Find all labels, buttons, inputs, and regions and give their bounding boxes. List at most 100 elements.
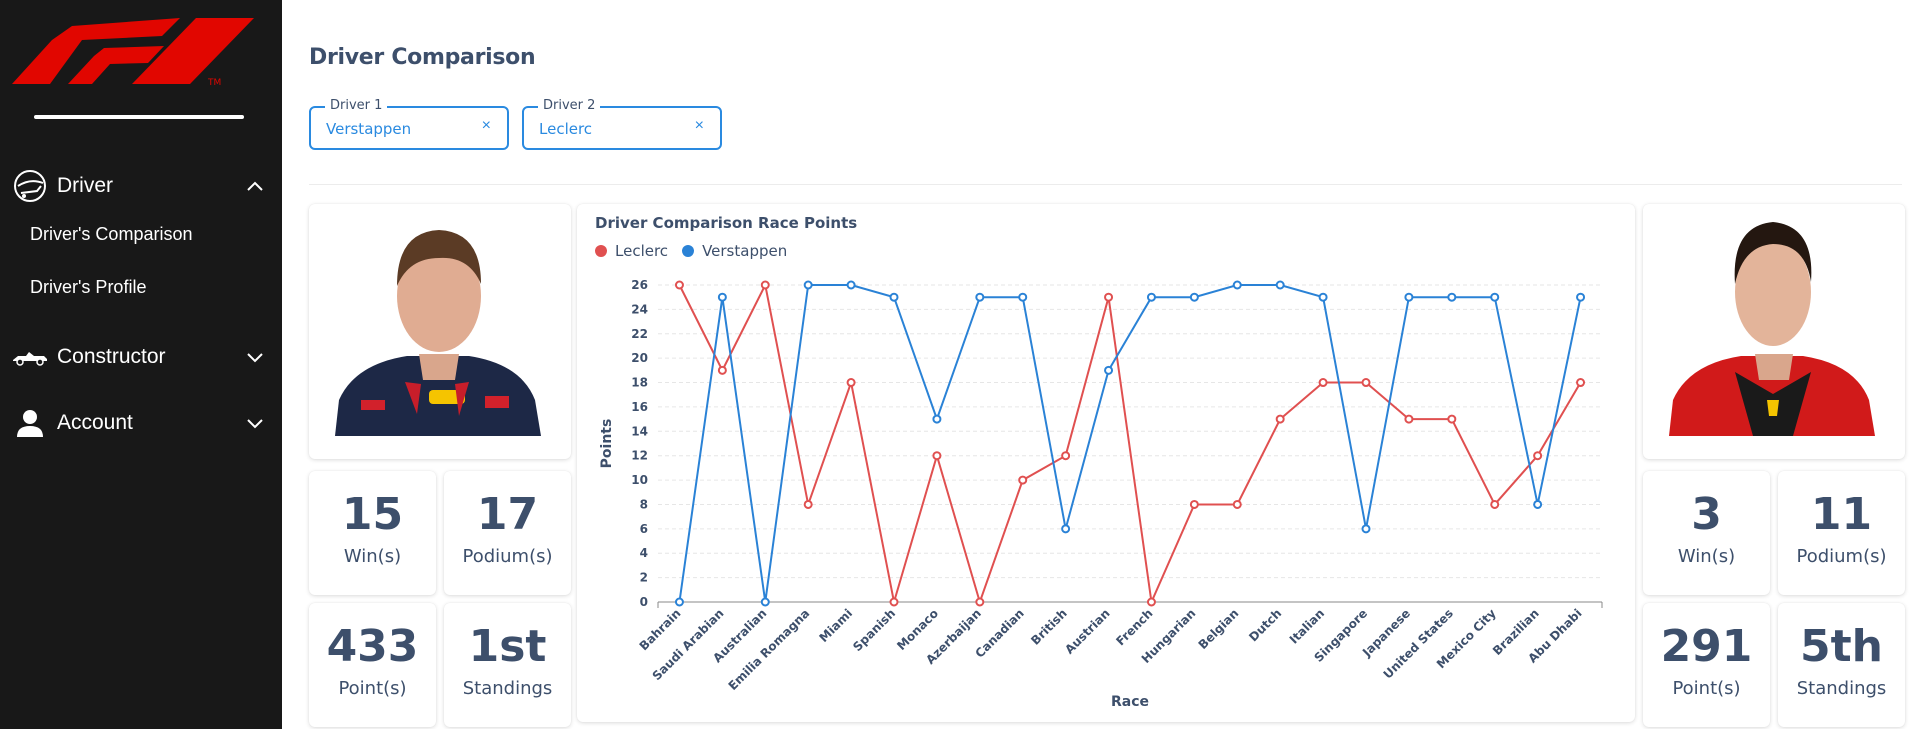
driver2-select[interactable]: Driver 2 Leclerc ×	[522, 98, 722, 150]
data-point-leclerc	[1018, 475, 1028, 485]
driver2-points-value: 291	[1660, 621, 1753, 672]
nav-drivers-comparison[interactable]: Driver's Comparison	[30, 224, 192, 245]
driver2-podiums-value: 11	[1810, 489, 1873, 540]
y-tick-label: 4	[640, 546, 648, 560]
driver1-value[interactable]: Verstappen	[326, 120, 411, 138]
main-content: Driver Comparison Driver 1 Verstappen × …	[282, 0, 1914, 729]
nav-driver-label: Driver	[57, 174, 113, 197]
data-point-leclerc	[1146, 597, 1156, 607]
x-tick-label: Spanish	[850, 606, 898, 654]
data-point-verstappen	[1104, 365, 1114, 375]
data-point-leclerc	[803, 499, 813, 509]
driver2-wins-label: Win(s)	[1677, 546, 1736, 567]
data-point-leclerc	[1576, 378, 1586, 388]
clear-icon[interactable]: ×	[695, 117, 704, 135]
nav-constructor-label: Constructor	[57, 345, 166, 368]
y-tick-label: 22	[631, 327, 648, 341]
data-point-verstappen	[1061, 524, 1071, 534]
data-point-verstappen	[1490, 292, 1500, 302]
x-tick-label: Austrian	[1062, 606, 1112, 656]
driver2-points-label: Point(s)	[1672, 678, 1741, 699]
chevron-up-icon[interactable]	[244, 175, 266, 197]
data-point-verstappen	[889, 292, 899, 302]
driver1-select[interactable]: Driver 1 Verstappen ×	[309, 98, 509, 150]
data-point-verstappen	[1275, 280, 1285, 290]
data-point-leclerc	[674, 280, 684, 290]
data-point-leclerc	[760, 280, 770, 290]
x-tick-label: Emilia Romagna	[726, 606, 813, 693]
nav-account[interactable]: Account	[0, 401, 282, 445]
y-tick-label: 14	[631, 424, 648, 438]
data-point-leclerc	[1447, 414, 1457, 424]
driver2-wins-value: 3	[1691, 489, 1722, 540]
driver1-wins-label: Win(s)	[343, 546, 402, 567]
data-point-verstappen	[1318, 292, 1328, 302]
driver2-podiums-label: Podium(s)	[1796, 546, 1887, 567]
data-point-verstappen	[1018, 292, 1028, 302]
data-point-leclerc	[1533, 451, 1543, 461]
nav-drivers-profile[interactable]: Driver's Profile	[30, 277, 146, 298]
data-point-verstappen	[1404, 292, 1414, 302]
y-tick-label: 6	[640, 522, 648, 536]
data-point-leclerc	[932, 451, 942, 461]
driver-photo-leclerc	[1669, 222, 1875, 436]
svg-text:TM: TM	[207, 78, 221, 86]
nav-constructor[interactable]: Constructor	[0, 335, 282, 379]
data-point-verstappen	[1232, 280, 1242, 290]
data-point-verstappen	[1447, 292, 1457, 302]
racecar-icon	[12, 339, 48, 375]
data-point-verstappen	[1361, 524, 1371, 534]
y-tick-label: 12	[631, 449, 648, 463]
nav-account-label: Account	[57, 411, 133, 434]
driver1-wins-value: 15	[341, 489, 404, 540]
data-point-leclerc	[975, 597, 985, 607]
sidebar: TM Driver Driver's Comparison Driver's P…	[0, 0, 282, 729]
x-tick-label: French	[1113, 606, 1155, 648]
driver2-podiums-card: 11 Podium(s)	[1778, 471, 1905, 595]
data-point-verstappen	[760, 597, 770, 607]
y-tick-label: 16	[631, 400, 648, 414]
f1-logo[interactable]: TM	[12, 18, 257, 86]
line-chart: 02468101214161820222426BahrainSaudi Arab…	[599, 278, 1603, 710]
divider	[309, 184, 1902, 185]
y-tick-label: 2	[640, 571, 648, 585]
x-tick-label: Miami	[816, 606, 855, 645]
data-point-verstappen	[975, 292, 985, 302]
data-point-verstappen	[674, 597, 684, 607]
driver1-standing-label: Standings	[462, 678, 553, 699]
driver1-standing-value: 1st	[468, 621, 547, 672]
data-point-leclerc	[717, 365, 727, 375]
driver1-standing-card: 1st Standings	[444, 603, 571, 727]
data-point-leclerc	[1361, 378, 1371, 388]
data-point-leclerc	[1232, 499, 1242, 509]
clear-icon[interactable]: ×	[482, 117, 491, 135]
driver1-podiums-value: 17	[476, 489, 539, 540]
chevron-down-icon[interactable]	[244, 346, 266, 368]
driver2-standing-card: 5th Standings	[1778, 603, 1905, 727]
driver2-standing-value: 5th	[1800, 621, 1883, 672]
data-point-leclerc	[1318, 378, 1328, 388]
data-point-leclerc	[1104, 292, 1114, 302]
driver1-wins-card: 15 Win(s)	[309, 471, 436, 595]
data-point-verstappen	[846, 280, 856, 290]
driver2-label: Driver 2	[538, 98, 601, 113]
driver1-podiums-label: Podium(s)	[462, 546, 553, 567]
data-point-leclerc	[1404, 414, 1414, 424]
x-tick-label: Italian	[1287, 606, 1327, 646]
y-tick-label: 10	[631, 473, 648, 487]
chevron-down-icon[interactable]	[244, 412, 266, 434]
y-tick-label: 26	[631, 278, 648, 292]
person-icon	[12, 405, 48, 441]
data-point-leclerc	[889, 597, 899, 607]
driver-photo-verstappen	[335, 230, 541, 436]
x-axis-title: Race	[1111, 694, 1149, 710]
chart-card: Driver Comparison Race Points Leclerc Ve…	[577, 204, 1635, 722]
data-point-leclerc	[1490, 499, 1500, 509]
driver1-podiums-card: 17 Podium(s)	[444, 471, 571, 595]
driver2-value[interactable]: Leclerc	[539, 120, 592, 138]
nav-driver[interactable]: Driver	[0, 164, 282, 208]
data-point-verstappen	[1576, 292, 1586, 302]
driver1-points-value: 433	[326, 621, 419, 672]
data-point-leclerc	[1189, 499, 1199, 509]
driver2-photo-card	[1643, 204, 1905, 459]
